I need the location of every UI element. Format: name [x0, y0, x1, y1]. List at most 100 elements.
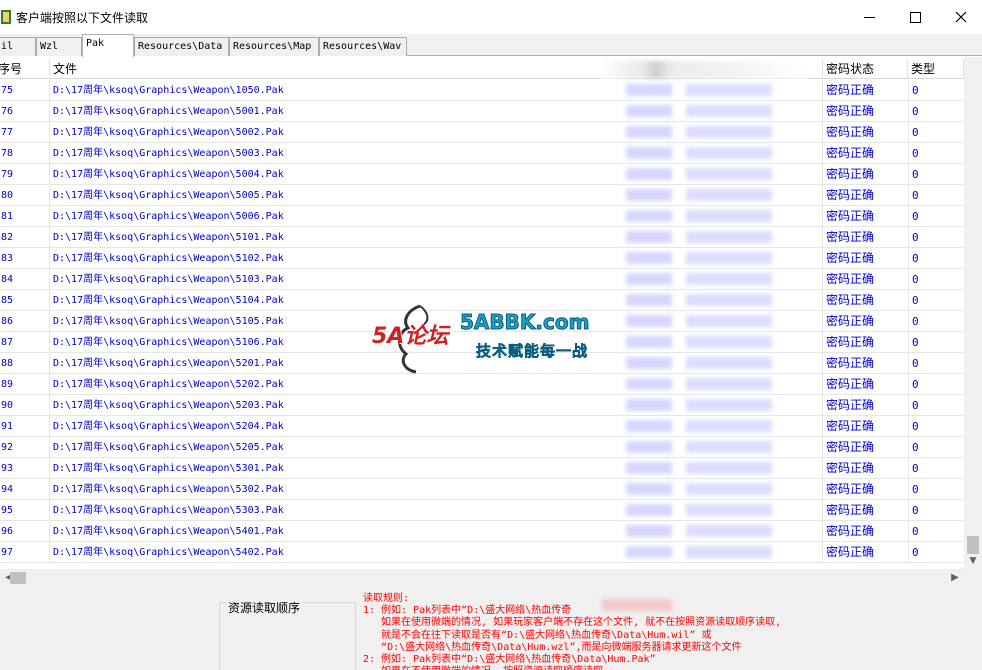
tab-wil[interactable]: il	[0, 37, 36, 56]
row-type: 0	[908, 542, 964, 563]
vertical-scrollbar[interactable]: ▼	[964, 57, 982, 569]
table-row[interactable]: 75 D:\17周年\ksoq\Graphics\Weapon\1050.Pak 密…	[0, 80, 964, 101]
redaction-block	[686, 252, 772, 264]
tab-resources-data[interactable]: Resources\Data	[134, 37, 229, 56]
row-type: 0	[908, 269, 964, 290]
vertical-scroll-thumb[interactable]	[967, 536, 979, 554]
table-row[interactable]: 80 D:\17周年\ksoq\Graphics\Weapon\5005.Pak 密…	[0, 185, 964, 206]
row-file-path: D:\17周年\ksoq\Graphics\Weapon\5302.Pak	[53, 484, 284, 495]
redaction-block	[686, 168, 772, 180]
table-row[interactable]: 84 D:\17周年\ksoq\Graphics\Weapon\5103.Pak 密…	[0, 269, 964, 290]
redaction-block	[686, 399, 772, 411]
table-row[interactable]: 83 D:\17周年\ksoq\Graphics\Weapon\5102.Pak 密…	[0, 248, 964, 269]
table-row[interactable]: 81 D:\17周年\ksoq\Graphics\Weapon\5006.Pak 密…	[0, 206, 964, 227]
file-list-view[interactable]: 序号 文件 密码状态 类型 75 D:\17周年\ksoq\Graphics\We…	[0, 57, 982, 587]
row-password-status: 密码正确	[822, 437, 908, 458]
redaction-block	[626, 105, 672, 117]
redacted-cell	[602, 374, 822, 395]
horizontal-scroll-thumb[interactable]	[10, 572, 26, 584]
redacted-cell	[602, 185, 822, 206]
table-row[interactable]: 89 D:\17周年\ksoq\Graphics\Weapon\5202.Pak 密…	[0, 374, 964, 395]
redacted-column-header	[602, 61, 808, 79]
redaction-block	[686, 294, 772, 306]
rule-line: 如果在使用微端的情况, 如果玩家客户端不存在这个文件, 就不在按照资源读取顺序读…	[363, 617, 782, 629]
title-bar: 客户端按照以下文件读取	[0, 0, 982, 34]
minimize-button[interactable]	[846, 0, 892, 34]
maximize-button[interactable]	[892, 0, 938, 34]
redacted-cell	[602, 332, 822, 353]
redacted-cell	[602, 458, 822, 479]
table-row[interactable]: 85 D:\17周年\ksoq\Graphics\Weapon\5104.Pak 密…	[0, 290, 964, 311]
redaction-block	[626, 336, 672, 348]
maximize-icon	[909, 11, 921, 23]
redaction-block	[686, 105, 772, 117]
row-file-path: D:\17周年\ksoq\Graphics\Weapon\5401.Pak	[53, 526, 284, 537]
redacted-cell	[602, 143, 822, 164]
table-row[interactable]: 95 D:\17周年\ksoq\Graphics\Weapon\5303.Pak 密…	[0, 500, 964, 521]
table-row[interactable]: 88 D:\17周年\ksoq\Graphics\Weapon\5201.Pak 密…	[0, 353, 964, 374]
column-header-type[interactable]: 类型	[908, 59, 964, 79]
row-file-path: D:\17周年\ksoq\Graphics\Weapon\5106.Pak	[53, 337, 284, 348]
row-type: 0	[908, 227, 964, 248]
redacted-rules-fragment	[602, 599, 672, 611]
row-file-path: D:\17周年\ksoq\Graphics\Weapon\5303.Pak	[53, 505, 284, 516]
redacted-cell	[602, 395, 822, 416]
row-type: 0	[908, 206, 964, 227]
tab-resources-wav[interactable]: Resources\Wav	[319, 37, 407, 56]
table-row[interactable]: 82 D:\17周年\ksoq\Graphics\Weapon\5101.Pak 密…	[0, 227, 964, 248]
redaction-block	[686, 441, 772, 453]
close-icon	[955, 11, 967, 23]
table-row[interactable]: 78 D:\17周年\ksoq\Graphics\Weapon\5003.Pak 密…	[0, 143, 964, 164]
table-row[interactable]: 79 D:\17周年\ksoq\Graphics\Weapon\5004.Pak 密…	[0, 164, 964, 185]
row-file-path: D:\17周年\ksoq\Graphics\Weapon\5202.Pak	[53, 379, 284, 390]
table-row[interactable]: 76 D:\17周年\ksoq\Graphics\Weapon\5001.Pak 密…	[0, 101, 964, 122]
redaction-block	[626, 441, 672, 453]
table-row[interactable]: 86 D:\17周年\ksoq\Graphics\Weapon\5105.Pak 密…	[0, 311, 964, 332]
row-number: 91	[0, 416, 50, 437]
row-password-status: 密码正确	[822, 311, 908, 332]
row-password-status: 密码正确	[822, 374, 908, 395]
row-number: 85	[0, 290, 50, 311]
redaction-block	[626, 189, 672, 201]
tab-pak[interactable]: Pak	[82, 34, 134, 57]
row-type: 0	[908, 395, 964, 416]
table-row[interactable]: 96 D:\17周年\ksoq\Graphics\Weapon\5401.Pak 密…	[0, 521, 964, 542]
table-row[interactable]: 97 D:\17周年\ksoq\Graphics\Weapon\5402.Pak 密…	[0, 542, 964, 563]
table-row[interactable]: 93 D:\17周年\ksoq\Graphics\Weapon\5301.Pak 密…	[0, 458, 964, 479]
table-row[interactable]: 90 D:\17周年\ksoq\Graphics\Weapon\5203.Pak 密…	[0, 395, 964, 416]
table-row[interactable]: 91 D:\17周年\ksoq\Graphics\Weapon\5204.Pak 密…	[0, 416, 964, 437]
redacted-cell	[602, 311, 822, 332]
row-number: 79	[0, 164, 50, 185]
redaction-block	[686, 483, 772, 495]
row-file-path: D:\17周年\ksoq\Graphics\Weapon\5102.Pak	[53, 253, 284, 264]
scroll-down-arrow-icon[interactable]: ▼	[964, 554, 982, 569]
redacted-cell	[602, 122, 822, 143]
column-header-file[interactable]: 文件	[50, 59, 602, 79]
table-row[interactable]: 94 D:\17周年\ksoq\Graphics\Weapon\5302.Pak 密…	[0, 479, 964, 500]
close-button[interactable]	[938, 0, 982, 34]
tab-resources-map[interactable]: Resources\Map	[229, 37, 319, 56]
tab-strip: il Wzl Pak Resources\Data Resources\Map …	[0, 34, 982, 57]
redaction-block	[626, 231, 672, 243]
redacted-cell	[602, 248, 822, 269]
row-type: 0	[908, 248, 964, 269]
row-file-path: D:\17周年\ksoq\Graphics\Weapon\5105.Pak	[53, 316, 284, 327]
scroll-right-arrow-icon[interactable]: ▶	[946, 569, 964, 587]
column-header-no[interactable]: 序号	[0, 59, 50, 79]
row-type: 0	[908, 143, 964, 164]
table-row[interactable]: 92 D:\17周年\ksoq\Graphics\Weapon\5205.Pak 密…	[0, 437, 964, 458]
row-number: 93	[0, 458, 50, 479]
tab-wzl[interactable]: Wzl	[36, 37, 82, 56]
redacted-cell	[602, 269, 822, 290]
table-row[interactable]: 77 D:\17周年\ksoq\Graphics\Weapon\5002.Pak 密…	[0, 122, 964, 143]
rule-line: 如果在不使用微端的情况, 按照资源读取顺序读取	[363, 666, 781, 670]
resource-order-label: 资源读取顺序	[226, 599, 303, 616]
row-file-path: D:\17周年\ksoq\Graphics\Weapon\5001.Pak	[53, 106, 284, 117]
row-type: 0	[908, 122, 964, 143]
redaction-block	[626, 378, 672, 390]
row-file-path: D:\17周年\ksoq\Graphics\Weapon\5104.Pak	[53, 295, 284, 306]
horizontal-scrollbar[interactable]: ◀ ▶	[0, 569, 982, 587]
table-row[interactable]: 87 D:\17周年\ksoq\Graphics\Weapon\5106.Pak 密…	[0, 332, 964, 353]
row-type: 0	[908, 101, 964, 122]
column-header-status[interactable]: 密码状态	[822, 59, 908, 79]
